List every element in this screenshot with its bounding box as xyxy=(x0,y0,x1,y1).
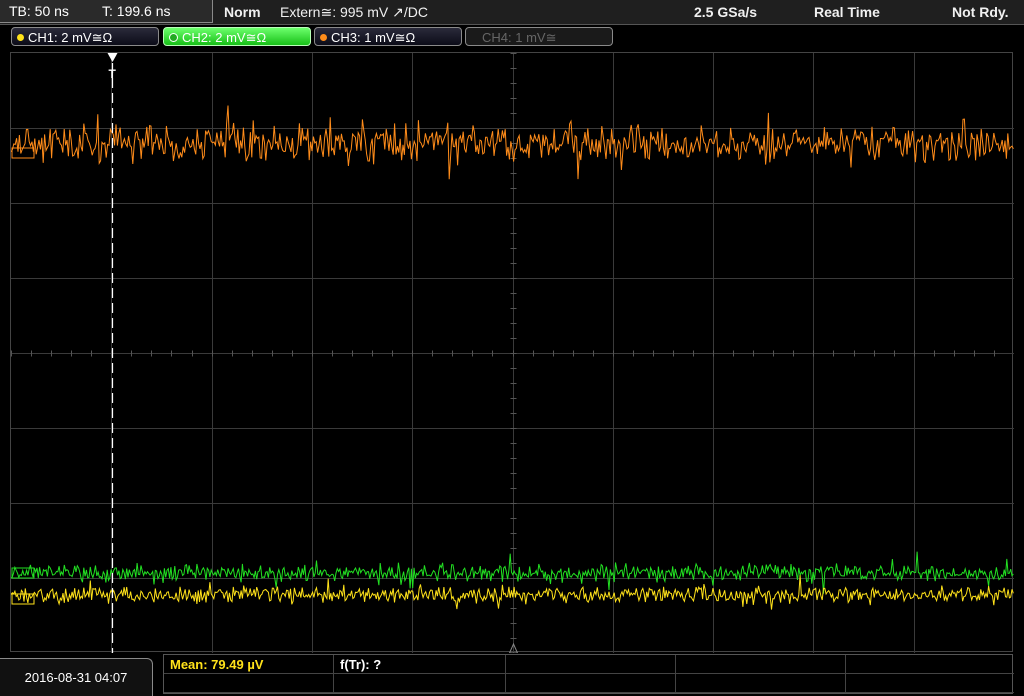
sample-rate: 2.5 GSa/s xyxy=(694,4,758,20)
channel-4-dot-icon xyxy=(471,34,478,41)
channel-2-dot-icon xyxy=(169,33,178,43)
measurement-mean[interactable]: Mean: 79.49 µV xyxy=(164,655,334,674)
channel-3-dot-icon xyxy=(320,34,327,42)
measurement-slot-4[interactable] xyxy=(676,655,846,674)
trigger-source[interactable]: Extern≅: 995 mV ↗/DC xyxy=(280,0,428,24)
waveform-display[interactable]: T xyxy=(10,52,1015,654)
measurement-slot-5[interactable] xyxy=(846,655,1014,674)
trigger-time-value: T: 199.6 ns xyxy=(102,3,171,19)
channel-2-button[interactable]: CH2: 2 mV≅Ω xyxy=(163,27,311,46)
measurement-slot-10[interactable] xyxy=(846,674,1014,693)
acquisition-mode[interactable]: Real Time xyxy=(814,0,880,24)
trigger-marker-icon: T xyxy=(109,67,117,81)
channel-1-label: CH1: 2 mV≅Ω xyxy=(28,30,113,45)
timebase-value: TB: 50 ns xyxy=(9,3,69,19)
waveform-canvas: T xyxy=(10,53,1015,654)
channel-3-label: CH3: 1 mV≅Ω xyxy=(331,30,416,45)
measurement-slot-3[interactable] xyxy=(506,655,676,674)
acquisition-state: Not Rdy. xyxy=(952,4,1009,20)
channel-4-label: CH4: 1 mV≅ xyxy=(482,30,557,45)
channel-4-button[interactable]: CH4: 1 mV≅ xyxy=(465,27,613,46)
date-time: 2016-08-31 04:07 xyxy=(0,658,153,696)
channel-bar: CH1: 2 mV≅Ω CH2: 2 mV≅Ω CH3: 1 mV≅Ω CH4:… xyxy=(0,26,1024,48)
measurement-slot-8[interactable] xyxy=(506,674,676,693)
channel-1-button[interactable]: CH1: 2 mV≅Ω xyxy=(11,27,159,46)
measurement-frequency[interactable]: f(Tr): ? xyxy=(334,655,506,674)
trigger-position-icon[interactable] xyxy=(107,53,118,62)
measurement-table: Mean: 79.49 µV f(Tr): ? xyxy=(163,654,1014,694)
trigger-mode[interactable]: Norm xyxy=(224,0,261,24)
measurement-slot-6[interactable] xyxy=(164,674,334,693)
measurement-slot-9[interactable] xyxy=(676,674,846,693)
measurement-slot-7[interactable] xyxy=(334,674,506,693)
channel-1-dot-icon xyxy=(17,34,24,42)
channel-2-label: CH2: 2 mV≅Ω xyxy=(182,30,267,45)
status-bar: TB: 50 ns T: 199.6 ns Norm Extern≅: 995 … xyxy=(0,0,1024,25)
channel-3-button[interactable]: CH3: 1 mV≅Ω xyxy=(314,27,462,46)
channel-3-offset-icon[interactable] xyxy=(11,147,35,159)
bottom-bar: 2016-08-31 04:07 Mean: 79.49 µV f(Tr): ? xyxy=(0,652,1024,696)
timebase-box[interactable]: TB: 50 ns T: 199.6 ns xyxy=(0,0,213,23)
